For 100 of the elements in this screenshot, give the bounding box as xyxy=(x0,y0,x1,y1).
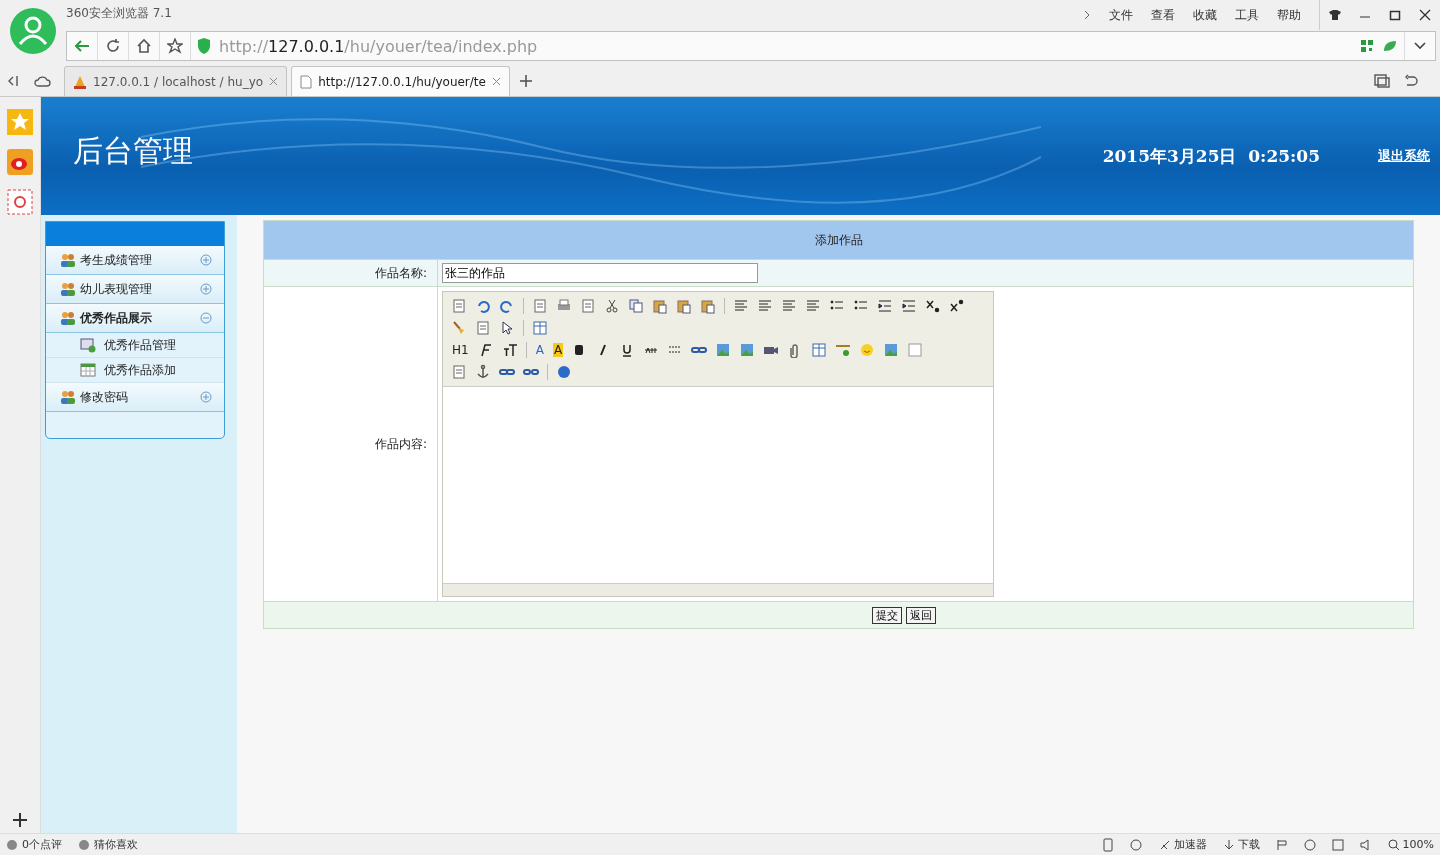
weibo-icon[interactable] xyxy=(7,149,33,175)
status-text[interactable]: 加速器 xyxy=(1173,837,1207,852)
menu-item[interactable]: 文件 xyxy=(1109,6,1133,24)
zoom-icon[interactable] xyxy=(1387,838,1400,851)
font-color-button[interactable]: A xyxy=(534,343,545,357)
date-time: 2015年3月25日 0:25:05 xyxy=(1102,144,1320,168)
reload-icon[interactable] xyxy=(105,38,121,54)
flag-icon[interactable] xyxy=(1275,838,1288,851)
menu-group[interactable]: 优秀作品展示 xyxy=(46,304,224,333)
mail-icon[interactable] xyxy=(7,189,33,215)
status-text[interactable]: 下载 xyxy=(1237,837,1260,852)
name-input[interactable]: 张三的作品 xyxy=(442,263,758,283)
form-title: 添加作品 xyxy=(264,221,1413,259)
menu-item[interactable]: 工具 xyxy=(1235,6,1259,24)
horizontal-line-icon[interactable] xyxy=(835,342,852,358)
qr-code-icon[interactable] xyxy=(1360,39,1374,53)
maximize-icon[interactable] xyxy=(1389,9,1401,21)
cursor-icon[interactable] xyxy=(499,320,515,336)
dropdown-icon[interactable] xyxy=(1413,41,1427,51)
anchor-icon[interactable] xyxy=(475,364,491,380)
scissors-icon[interactable] xyxy=(604,298,620,314)
undo-icon[interactable] xyxy=(475,298,491,314)
status-text[interactable]: 猜你喜欢 xyxy=(94,837,138,852)
table-icon[interactable] xyxy=(811,342,828,358)
document-icon[interactable] xyxy=(580,298,596,314)
menu-item[interactable]: 收藏 xyxy=(1193,6,1217,24)
menu-item[interactable]: 帮助 xyxy=(1277,6,1301,24)
users-icon xyxy=(60,253,76,267)
users-icon xyxy=(60,282,76,296)
phone-icon[interactable] xyxy=(1102,837,1113,852)
users-icon xyxy=(60,390,76,404)
volume-icon[interactable] xyxy=(1359,838,1372,851)
broom-icon[interactable] xyxy=(451,320,467,336)
page-icon xyxy=(300,74,313,89)
align-icon[interactable] xyxy=(781,298,797,314)
shirt-icon[interactable] xyxy=(1328,9,1342,21)
browser-tab[interactable]: 127.0.0.1 / localhost / hu_yo xyxy=(64,66,288,96)
submit-button[interactable]: 提交 xyxy=(871,606,902,624)
smiley-icon[interactable] xyxy=(859,342,876,358)
image-icon[interactable] xyxy=(883,342,900,358)
chevron-right-icon[interactable] xyxy=(1083,9,1091,21)
redo-icon[interactable] xyxy=(499,298,515,314)
star-icon[interactable] xyxy=(167,38,183,54)
align-icon[interactable] xyxy=(757,298,773,314)
window-title: 360安全浏览器 7.1 xyxy=(66,4,172,22)
address-bar[interactable]: http://127.0.0.1/hu/youer/tea/index.php xyxy=(66,31,1436,61)
new-tab-icon[interactable] xyxy=(519,75,532,87)
copy-icon[interactable] xyxy=(628,298,644,314)
site-title: 后台管理 xyxy=(73,131,194,170)
align-icon[interactable] xyxy=(805,298,821,314)
image-icon[interactable] xyxy=(739,342,756,358)
windows-icon[interactable] xyxy=(1374,74,1390,88)
document-icon[interactable] xyxy=(475,320,491,336)
tab-close-icon[interactable] xyxy=(491,77,501,86)
sail-icon xyxy=(73,74,87,89)
table-icon xyxy=(80,362,96,378)
clipboard-icon[interactable] xyxy=(700,298,716,314)
submenu-item[interactable]: 优秀作品管理 xyxy=(46,333,224,358)
status-text[interactable]: 0个点评 xyxy=(22,837,62,852)
status-text[interactable]: 100% xyxy=(1402,838,1434,851)
undo-close-icon[interactable] xyxy=(1404,74,1418,88)
url-text: http://127.0.0.1/hu/youer/tea/index.php xyxy=(219,36,539,56)
clipboard-icon[interactable] xyxy=(676,298,692,314)
cloud-icon[interactable] xyxy=(34,74,52,88)
window-icon[interactable] xyxy=(1331,838,1344,851)
logout-link[interactable]: 退出系统 xyxy=(1378,147,1430,165)
tab-close-icon[interactable] xyxy=(269,77,279,86)
shield-icon xyxy=(197,38,211,54)
menu-item[interactable]: 查看 xyxy=(1151,6,1175,24)
browser-tab[interactable]: http://127.0.0.1/hu/youer/te xyxy=(291,66,510,96)
align-icon[interactable] xyxy=(733,298,749,314)
menu-group[interactable]: 幼儿表现管理 xyxy=(46,275,224,304)
clipboard-icon[interactable] xyxy=(652,298,668,314)
user-avatar-icon[interactable] xyxy=(9,7,57,55)
image-icon[interactable] xyxy=(715,342,732,358)
indent-icon[interactable] xyxy=(901,298,917,314)
leaf-icon[interactable] xyxy=(1382,39,1398,53)
collapse-sidebar-icon[interactable] xyxy=(6,74,20,88)
image-edit-icon xyxy=(80,337,96,353)
back-button[interactable]: 返回 xyxy=(905,606,936,624)
document-icon[interactable] xyxy=(532,298,548,314)
heading-dropdown[interactable]: H1 xyxy=(451,343,470,357)
document-icon[interactable] xyxy=(451,364,467,380)
users-icon xyxy=(60,311,76,325)
back-icon[interactable] xyxy=(73,38,91,54)
table-icon[interactable] xyxy=(532,320,548,336)
superscript-icon[interactable] xyxy=(949,298,965,314)
download-icon[interactable] xyxy=(1222,838,1235,851)
add-icon[interactable] xyxy=(13,813,27,827)
rich-text-editor[interactable]: H1 A A xyxy=(442,291,994,597)
font-size-icon[interactable] xyxy=(501,342,518,358)
home-icon[interactable] xyxy=(136,38,152,54)
menu-group[interactable]: 考生成绩管理 xyxy=(46,246,224,275)
menu-group[interactable]: 修改密码 xyxy=(46,383,224,412)
rocket-icon[interactable] xyxy=(1158,838,1171,851)
close-icon[interactable] xyxy=(1419,9,1431,21)
indent-icon[interactable] xyxy=(877,298,893,314)
document-icon[interactable] xyxy=(451,298,467,314)
subscript-icon[interactable] xyxy=(925,298,941,314)
highlight-button[interactable]: A xyxy=(552,343,564,357)
